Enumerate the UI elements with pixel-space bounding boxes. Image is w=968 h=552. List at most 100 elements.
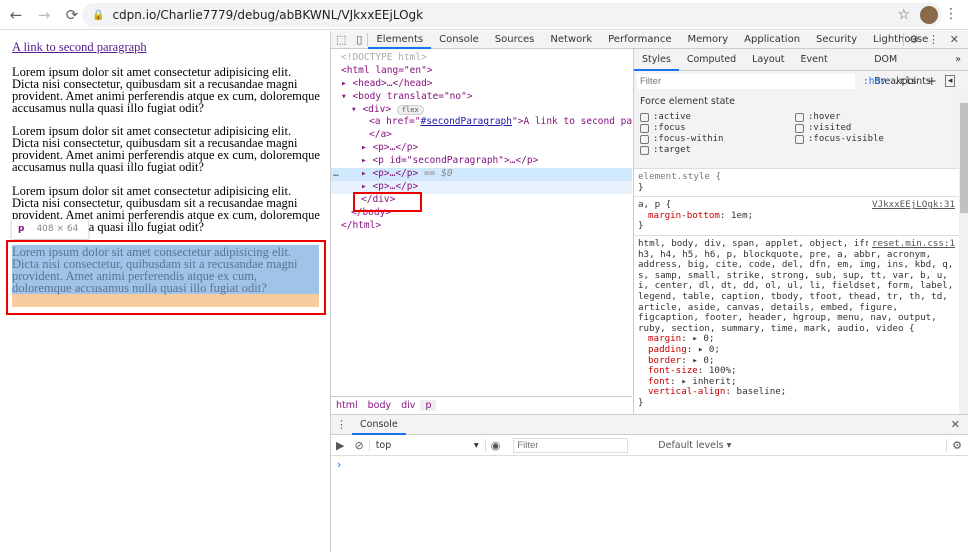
dom-a[interactable]: <a href="#secondParagraph">A link to sec…: [331, 116, 632, 129]
dom-html[interactable]: <html lang="en">: [331, 65, 632, 78]
state-focus-visible-checkbox[interactable]: :focus-visible: [795, 134, 945, 144]
reload-button[interactable]: ⟳: [60, 6, 84, 24]
toggle-sidebar-icon[interactable]: ◂: [944, 75, 956, 87]
tab-performance[interactable]: Performance: [600, 31, 679, 49]
context-value: top: [375, 439, 392, 451]
breadcrumb-p[interactable]: p: [420, 400, 437, 411]
tab-security[interactable]: Security: [808, 31, 865, 49]
tab-dom-breakpoints[interactable]: DOM Breakpoints: [866, 49, 947, 87]
dom-p-1-text: <p>…</p>: [372, 142, 419, 154]
dom-body[interactable]: ▾ <body translate="no">: [331, 91, 632, 104]
hov-button[interactable]: :hov: [863, 76, 886, 87]
rule-close: }: [638, 181, 644, 193]
cls-button[interactable]: .cls: [894, 76, 917, 87]
profile-avatar[interactable]: [920, 6, 938, 24]
tab-layout[interactable]: Layout: [744, 49, 792, 71]
console-prompt[interactable]: ›: [331, 456, 968, 473]
state-target-checkbox[interactable]: :target: [640, 145, 795, 155]
element-tooltip: p 408 × 64: [12, 219, 88, 239]
tooltip-tag: p: [18, 224, 25, 234]
state-hover-checkbox[interactable]: :hover: [795, 112, 945, 122]
styles-scrollbar[interactable]: [959, 91, 968, 414]
tab-memory[interactable]: Memory: [680, 31, 737, 49]
page-content: A link to second paragraph Lorem ipsum d…: [0, 31, 330, 552]
settings-gear-icon[interactable]: ⚙: [903, 33, 924, 46]
rule-source-link[interactable]: reset.min.css:1: [868, 238, 955, 250]
state-focus-checkbox[interactable]: :focus: [640, 123, 795, 133]
clear-console-icon[interactable]: ⊘: [349, 439, 368, 452]
lock-icon: 🔒: [92, 9, 105, 21]
breadcrumb-body[interactable]: body: [363, 400, 397, 411]
address-bar[interactable]: 🔒 cdpn.io/Charlie7779/debug/abBKWNL/VJkxx…: [82, 3, 942, 27]
live-expression-eye-icon[interactable]: ◉: [484, 438, 506, 452]
browser-menu-icon[interactable]: ⋮: [944, 6, 958, 22]
styles-filter-input[interactable]: [637, 73, 855, 89]
state-focus-within-checkbox[interactable]: :focus-within: [640, 134, 795, 144]
log-levels-dropdown[interactable]: Default levels ▾: [658, 440, 731, 451]
state-label: :focus-visible: [808, 134, 884, 144]
tab-sources[interactable]: Sources: [487, 31, 543, 49]
tab-styles[interactable]: Styles: [634, 49, 679, 71]
state-active-checkbox[interactable]: :active: [640, 112, 795, 122]
context-select[interactable]: top ▾: [368, 439, 479, 451]
css-property[interactable]: vertical-align: baseline;: [638, 386, 955, 398]
forward-button[interactable]: →: [32, 6, 56, 24]
console-settings-gear-icon[interactable]: ⚙: [946, 438, 967, 452]
annotation-red-box: [353, 192, 422, 212]
console-filter-input[interactable]: [513, 437, 629, 453]
drawer-menu-icon[interactable]: ⋮: [331, 418, 352, 431]
tab-console[interactable]: Console: [431, 31, 487, 49]
css-property[interactable]: margin-bottom: 1em;: [638, 210, 965, 222]
sidebar-toggle-icon[interactable]: ▶: [331, 439, 349, 452]
tab-network[interactable]: Network: [542, 31, 600, 49]
dom-row-ellipsis[interactable]: …: [333, 168, 339, 181]
breadcrumb-html[interactable]: html: [331, 400, 363, 411]
rule-source-link[interactable]: VJkxxEEjLOgk:31: [872, 200, 955, 211]
state-label: :target: [653, 145, 691, 155]
more-tabs-icon[interactable]: »: [947, 49, 968, 71]
second-paragraph-link[interactable]: A link to second paragraph: [12, 41, 147, 54]
dom-p-3-selected[interactable]: … ▸ <p>…</p> == $0: [331, 168, 632, 181]
tab-computed[interactable]: Computed: [679, 49, 744, 71]
back-button[interactable]: ←: [4, 6, 28, 24]
scrollbar-thumb[interactable]: [960, 103, 968, 213]
dom-a-open: <a href=": [369, 116, 421, 128]
element-style-rule[interactable]: element.style {}: [634, 169, 968, 198]
a-p-rule: a, p { VJkxxEEjLOgk:31 margin-bottom: 1e…: [634, 197, 968, 236]
dom-html-close: </html>: [341, 219, 382, 231]
tab-elements[interactable]: Elements: [368, 31, 432, 49]
rule-close: }: [638, 396, 644, 408]
state-visited-checkbox[interactable]: :visited: [795, 123, 945, 133]
dom-a-close: </a>: [369, 129, 392, 141]
device-toolbar-icon[interactable]: ▯: [351, 33, 369, 46]
dom-head[interactable]: ▸ <head>…</head>: [331, 78, 632, 91]
dom-body-text: <body translate="no">: [352, 90, 473, 102]
drawer-tab-console[interactable]: Console: [352, 415, 406, 435]
inspect-icon[interactable]: ⬚: [331, 33, 351, 46]
state-label: :focus: [653, 123, 686, 133]
dom-p-2[interactable]: ▸ <p id="secondParagraph">…</p>: [331, 155, 632, 168]
url-text: cdpn.io/Charlie7779/debug/abBKWNL/VJkxxE…: [112, 8, 424, 22]
close-drawer-icon[interactable]: ✕: [946, 418, 965, 431]
dom-p-3-text: <p>…</p>: [372, 168, 419, 180]
dom-p-2-text: <p id="secondParagraph">…</p>: [372, 155, 539, 167]
console-toolbar: ▶ ⊘ top ▾ ◉ Default levels ▾ ⚙: [331, 435, 968, 456]
dom-a-href[interactable]: #secondParagraph: [420, 116, 512, 127]
close-devtools-icon[interactable]: ✕: [945, 33, 964, 46]
tab-application[interactable]: Application: [736, 31, 808, 49]
tab-event-listeners[interactable]: Event Listeners: [792, 49, 866, 87]
dom-p-4-text: <p>…</p>: [372, 180, 419, 192]
styles-tabs: Styles Computed Layout Event Listeners D…: [634, 49, 968, 87]
drawer-header: ⋮ Console ✕: [331, 415, 968, 435]
bookmark-star-icon[interactable]: ☆: [897, 7, 910, 23]
force-state-title: Force element state: [640, 96, 735, 107]
dom-p-1[interactable]: ▸ <p>…</p>: [331, 142, 632, 155]
flex-badge[interactable]: flex: [396, 104, 424, 115]
console-drawer: ⋮ Console ✕ ▶ ⊘ top ▾ ◉ Default levels ▾ …: [331, 414, 968, 552]
dom-div[interactable]: ▾ <div> flex: [331, 104, 632, 117]
rule-selector: element.style {: [638, 171, 721, 182]
rule-close: }: [638, 220, 644, 232]
new-rule-plus-icon[interactable]: +: [927, 74, 937, 88]
more-options-icon[interactable]: ⋮: [923, 33, 944, 46]
breadcrumb-div[interactable]: div: [396, 400, 420, 411]
